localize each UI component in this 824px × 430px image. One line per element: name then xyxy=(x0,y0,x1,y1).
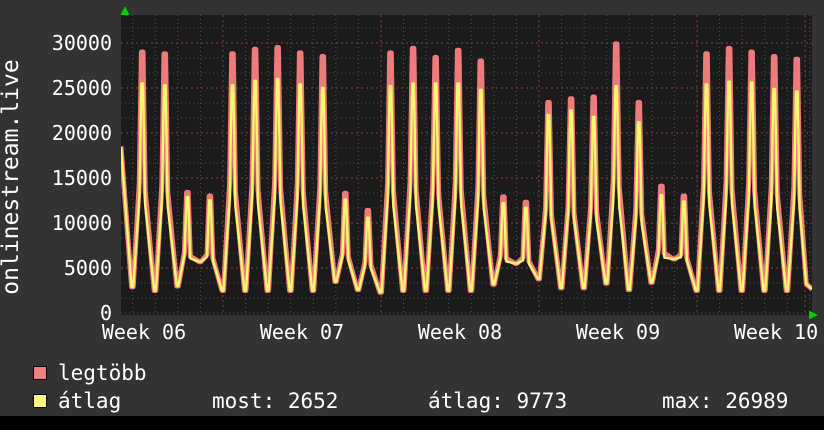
bottom-border-bar xyxy=(0,416,824,430)
stat-atlag-value: 9773 xyxy=(516,389,568,413)
rrd-graph: onlinestream.live 0 5000 10000 15000 20000 25… xyxy=(0,0,824,430)
stat-max-value: 26989 xyxy=(725,389,789,413)
legend-label-legtobb: legtöbb xyxy=(58,361,147,385)
stat-most: most: 2652 xyxy=(212,389,339,413)
y-tick-label: 10000 xyxy=(52,211,112,235)
y-tick-label: 30000 xyxy=(52,31,112,55)
legend-item-legtobb: legtöbb xyxy=(33,361,147,385)
x-axis-arrow-icon xyxy=(809,310,818,320)
y-tick-label: 20000 xyxy=(52,121,112,145)
y-tick-label: 15000 xyxy=(52,166,112,190)
y-tick-label: 5000 xyxy=(64,256,112,280)
x-tick-label: Week 08 xyxy=(418,320,502,344)
legend-swatch-legtobb xyxy=(33,366,47,380)
x-tick-label: Week 09 xyxy=(576,320,660,344)
stat-max: max: 26989 xyxy=(662,389,789,413)
x-tick-label: Week 06 xyxy=(102,320,186,344)
legend-item-atlag: átlag xyxy=(33,389,122,413)
chart-canvas: 050001000015000200002500030000Week 06 Wee… xyxy=(52,6,818,344)
stat-atlag: átlag: 9773 xyxy=(428,389,568,413)
y-tick-label: 25000 xyxy=(52,76,112,100)
legend-label-atlag: átlag xyxy=(58,389,122,413)
y-axis-arrow-icon xyxy=(120,6,130,15)
x-tick-label: Week 10 xyxy=(734,320,818,344)
stat-most-value: 2652 xyxy=(287,389,339,413)
legend-swatch-atlag xyxy=(33,394,47,408)
x-tick-label: Week 07 xyxy=(260,320,344,344)
